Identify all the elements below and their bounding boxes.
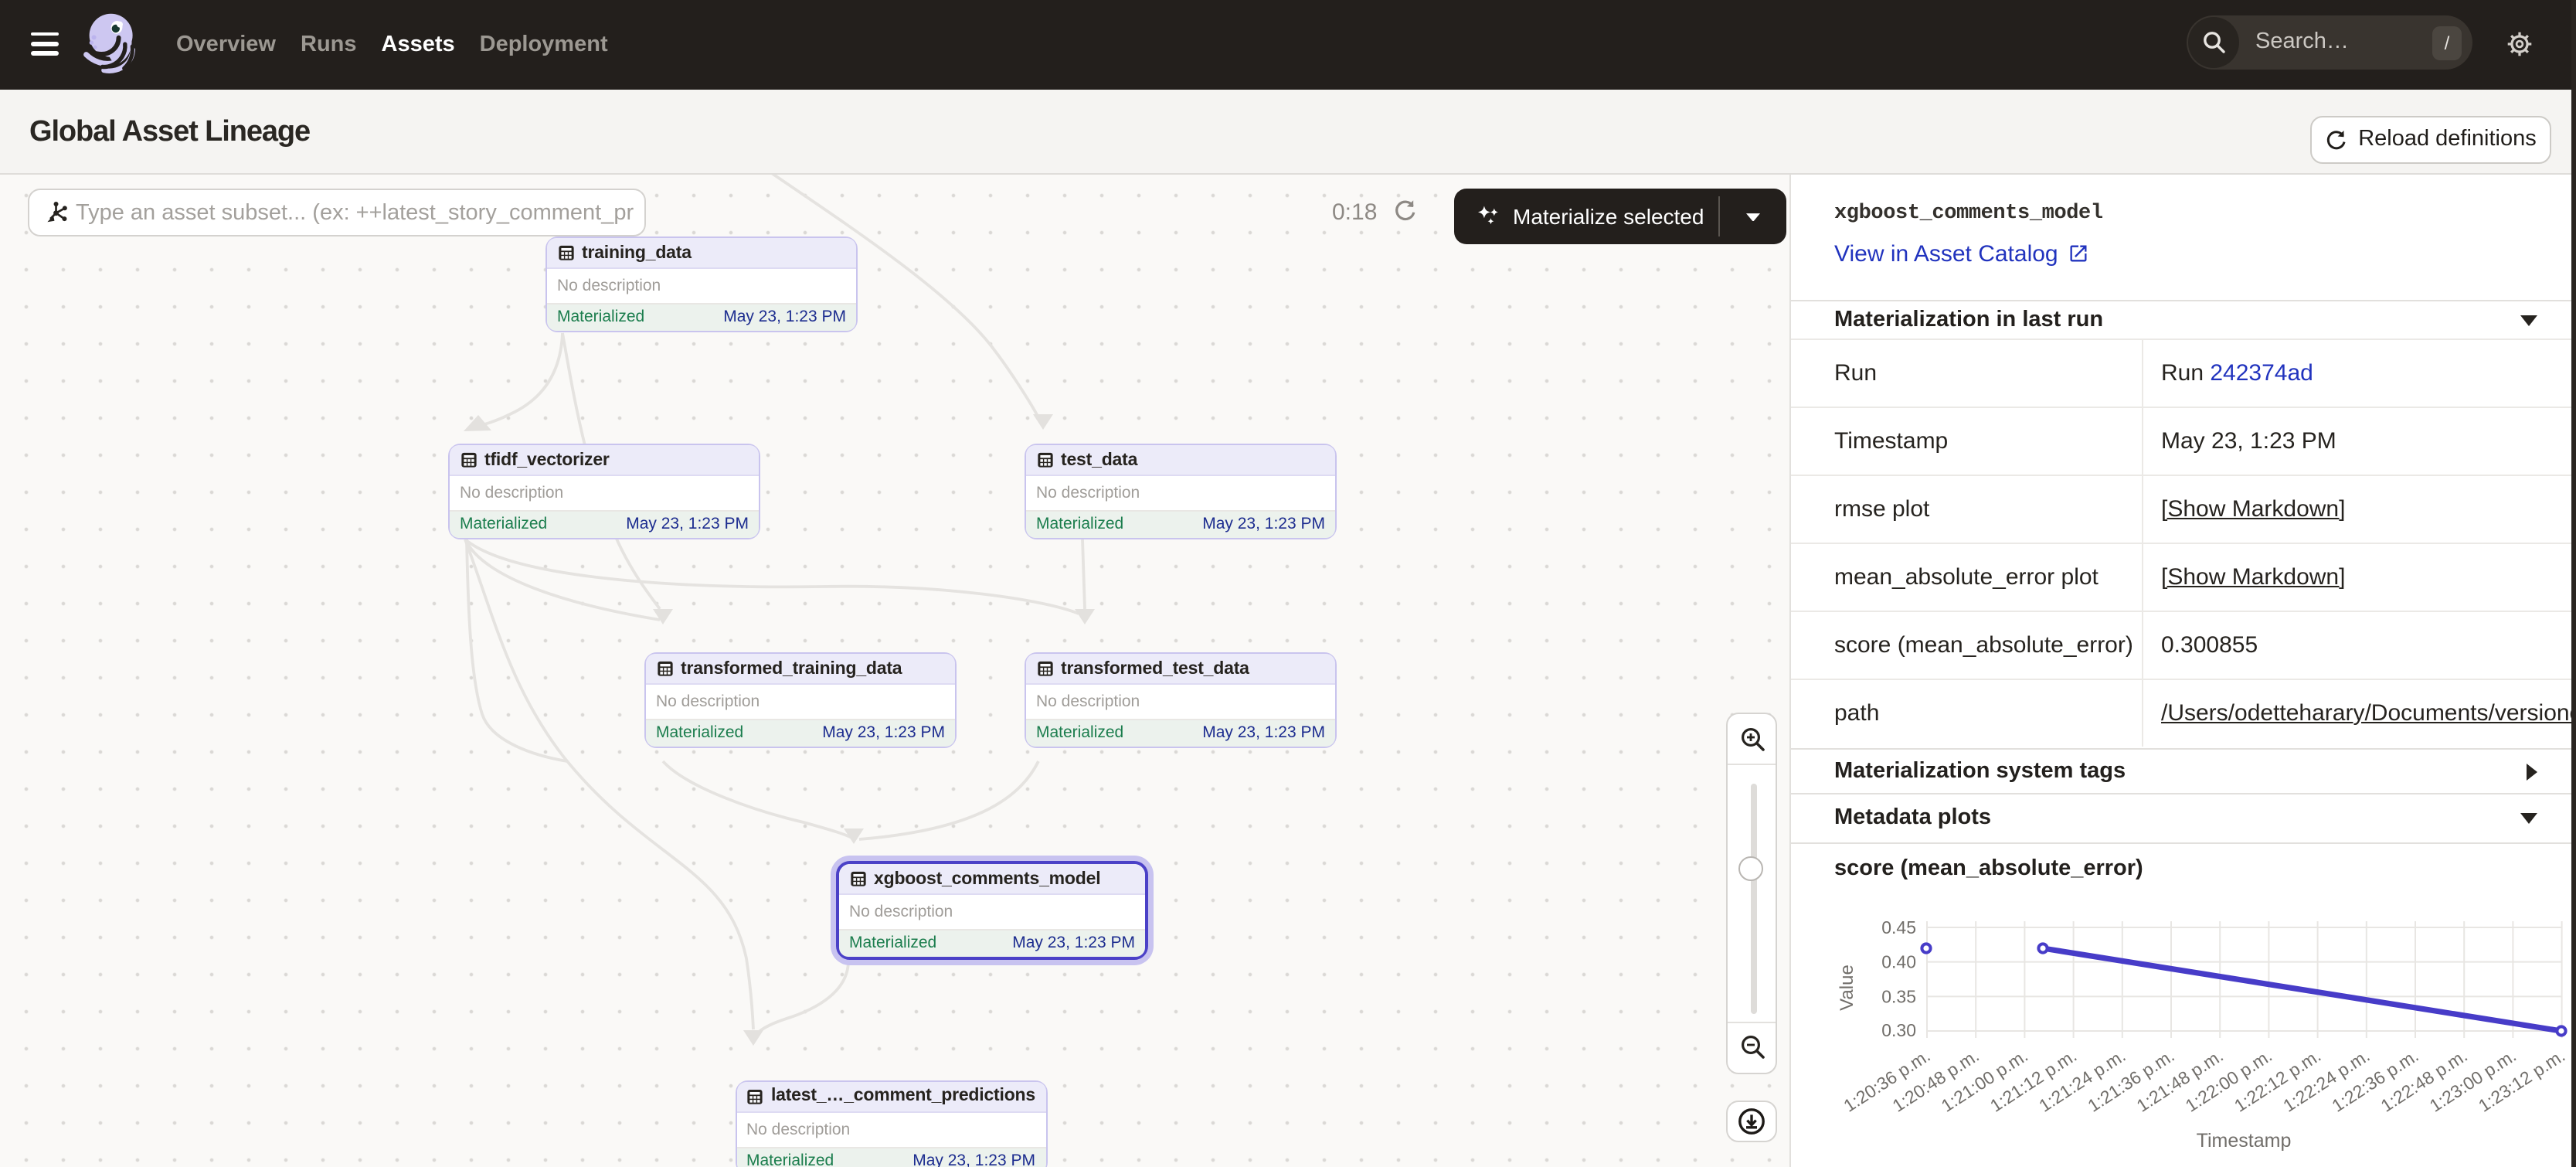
svg-text:0.35: 0.35 — [1881, 986, 1916, 1006]
svg-text:0.30: 0.30 — [1881, 1020, 1916, 1040]
svg-text:Timestamp: Timestamp — [2197, 1130, 2292, 1152]
svg-text:0.45: 0.45 — [1881, 917, 1916, 937]
svg-text:0.40: 0.40 — [1881, 952, 1916, 972]
svg-text:Value: Value — [1837, 965, 1857, 1011]
